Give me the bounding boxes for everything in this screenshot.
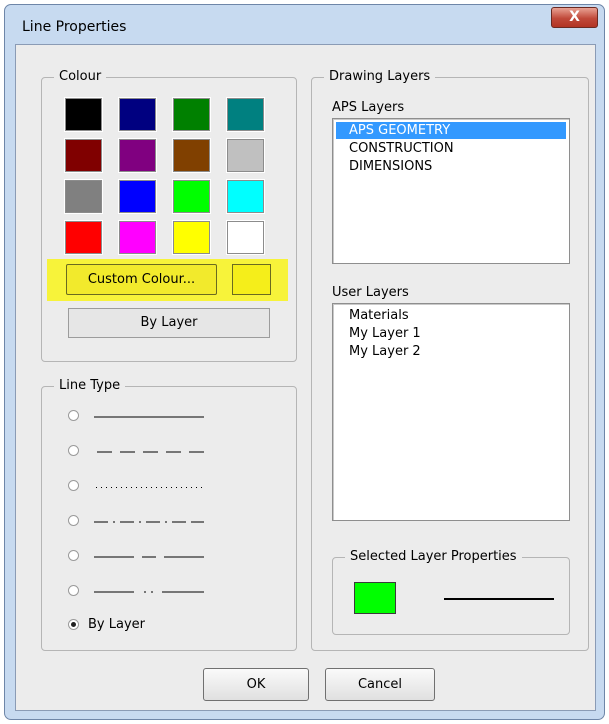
colour-swatch[interactable]: [172, 179, 211, 214]
colour-swatch[interactable]: [226, 179, 265, 214]
aps-layer-list-item[interactable]: DIMENSIONS: [336, 158, 566, 175]
aps-layers-label: APS Layers: [332, 100, 405, 115]
colour-swatch[interactable]: [172, 220, 211, 255]
aps-layer-list-item[interactable]: CONSTRUCTION: [336, 140, 566, 157]
colour-swatch[interactable]: [118, 97, 157, 132]
window-title: Line Properties: [22, 19, 127, 35]
close-icon: X: [569, 9, 580, 25]
line-sample-solid: [94, 416, 204, 418]
line-sample-dashed: [97, 451, 204, 453]
colour-swatch[interactable]: [226, 138, 265, 173]
line-type-group-label: Line Type: [54, 378, 126, 394]
line-type-option-solid[interactable]: [68, 408, 208, 426]
colour-swatch[interactable]: [118, 179, 157, 214]
line-sample-long-dash: [94, 556, 204, 558]
line-type-radio[interactable]: [68, 550, 79, 561]
line-type-option-dash-dot[interactable]: [68, 513, 208, 531]
line-type-option-dash-dot-dot[interactable]: [68, 583, 208, 601]
line-type-radio[interactable]: [68, 480, 79, 491]
colour-swatch[interactable]: [118, 138, 157, 173]
colour-group-label: Colour: [54, 69, 107, 85]
title-bar[interactable]: Line Properties X: [5, 5, 604, 47]
line-type-radio[interactable]: [68, 585, 79, 596]
colour-swatch[interactable]: [64, 138, 103, 173]
line-type-by-layer-option[interactable]: By Layer: [68, 617, 188, 635]
line-sample-dash-dot: [94, 521, 204, 523]
ok-button[interactable]: OK: [203, 668, 309, 701]
selected-layer-properties-label: Selected Layer Properties: [345, 549, 522, 565]
colour-swatch[interactable]: [172, 138, 211, 173]
dialog-window: Line Properties X Colour Custom Colour..…: [4, 4, 605, 720]
line-type-option-dotted[interactable]: [68, 478, 208, 496]
user-layer-list-item[interactable]: My Layer 2: [336, 343, 566, 360]
custom-colour-swatch[interactable]: [232, 264, 271, 295]
by-layer-radio-label: By Layer: [88, 617, 145, 632]
line-sample-dotted: [96, 487, 202, 488]
selected-layer-colour-swatch: [354, 582, 396, 614]
cancel-button[interactable]: Cancel: [325, 668, 435, 701]
colour-swatch[interactable]: [118, 220, 157, 255]
line-type-radio[interactable]: [68, 445, 79, 456]
colour-swatch[interactable]: [226, 97, 265, 132]
line-type-option-long-dash[interactable]: [68, 548, 208, 566]
line-sample-dash-dot-dot: [94, 591, 204, 593]
dialog-client-area: Colour Custom Colour... By Layer Line Ty…: [15, 44, 596, 711]
aps-layers-listbox[interactable]: APS GEOMETRY CONSTRUCTION DIMENSIONS: [332, 118, 570, 264]
custom-colour-button[interactable]: Custom Colour...: [66, 264, 217, 295]
line-type-option-dashed[interactable]: [68, 443, 208, 461]
user-layer-list-item[interactable]: Materials: [336, 307, 566, 324]
drawing-layers-group-label: Drawing Layers: [324, 69, 436, 85]
colour-by-layer-button[interactable]: By Layer: [68, 308, 270, 338]
user-layers-listbox[interactable]: Materials My Layer 1 My Layer 2: [332, 303, 570, 521]
colour-swatch[interactable]: [64, 179, 103, 214]
line-type-radio[interactable]: [68, 410, 79, 421]
user-layer-list-item[interactable]: My Layer 1: [336, 325, 566, 342]
colour-swatch[interactable]: [226, 220, 265, 255]
close-button[interactable]: X: [551, 7, 598, 28]
selected-layer-line-sample: [444, 598, 554, 600]
colour-swatch[interactable]: [172, 97, 211, 132]
line-type-radio[interactable]: [68, 515, 79, 526]
colour-swatch[interactable]: [64, 97, 103, 132]
aps-layer-list-item[interactable]: APS GEOMETRY: [336, 122, 566, 139]
colour-swatch[interactable]: [64, 220, 103, 255]
user-layers-label: User Layers: [332, 285, 409, 300]
by-layer-radio[interactable]: [68, 619, 79, 630]
